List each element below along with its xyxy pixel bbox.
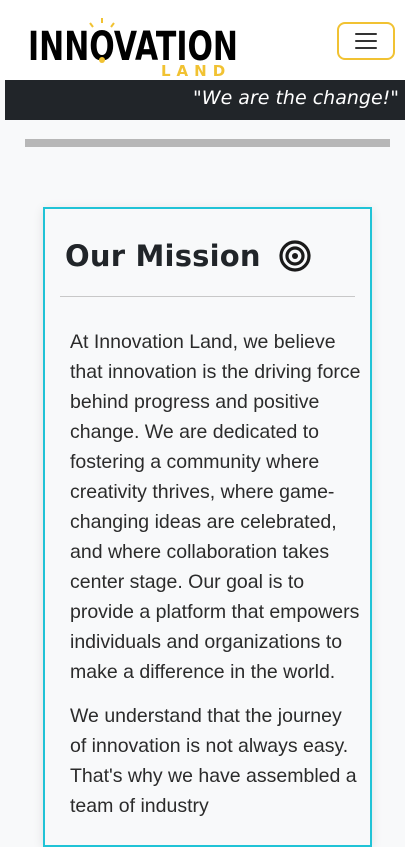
tagline-text: "We are the change!" (193, 87, 399, 109)
mission-body: At Innovation Land, we believe that inno… (70, 327, 362, 835)
card-divider (60, 296, 355, 297)
hamburger-icon (355, 33, 377, 49)
mission-paragraph: We understand that the journey of innova… (70, 705, 357, 817)
mission-title: Our Mission (65, 239, 261, 273)
logo-text-sub: LAND (161, 62, 231, 78)
innovation-land-logo[interactable]: INNOVATION LAND (28, 16, 240, 78)
mission-card: Our Mission At Innovation Land, we belie… (43, 207, 372, 847)
menu-toggle-button[interactable] (337, 22, 395, 60)
mission-paragraph: At Innovation Land, we believe that inno… (70, 331, 361, 683)
tagline-banner: "We are the change!" (5, 80, 405, 120)
target-icon (279, 240, 311, 272)
section-divider (25, 139, 390, 147)
mission-header: Our Mission (65, 239, 311, 273)
navbar: INNOVATION LAND (0, 0, 405, 80)
